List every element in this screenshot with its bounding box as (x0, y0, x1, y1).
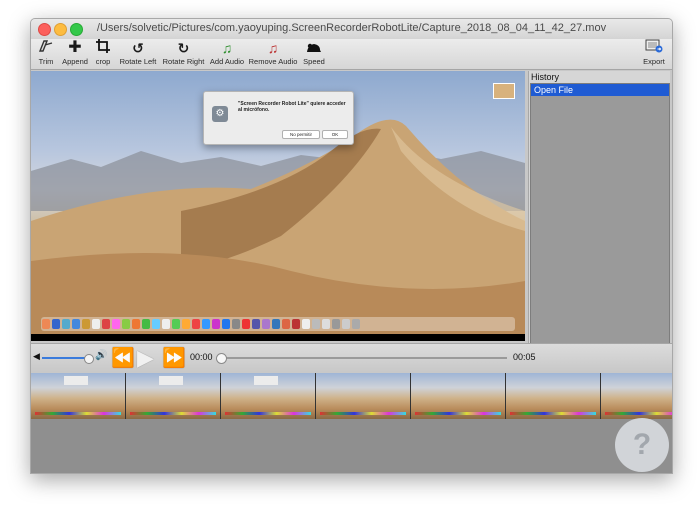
current-time: 00:00 (190, 352, 213, 362)
rotate-right-icon: ↻ (177, 40, 190, 56)
filmstrip-frame[interactable] (126, 373, 221, 419)
desktop-file-icon (493, 83, 515, 99)
remove-audio-icon: ♫ (267, 40, 279, 56)
rotate-left-button[interactable]: ↺ Rotate Left (117, 39, 159, 69)
trim-button[interactable]: Trim (34, 39, 58, 69)
dialog-message: "Screen Recorder Robot Lite" quiere acce… (238, 101, 346, 113)
filmstrip-frame[interactable] (506, 373, 601, 419)
filmstrip-frame[interactable] (31, 373, 126, 419)
playback-controls: ◀ 🔊 ⏪ ▶ ⏩ 00:00 00:05 (31, 343, 672, 372)
permission-dialog: ⚙ "Screen Recorder Robot Lite" quiere ac… (203, 91, 354, 145)
history-panel: History Open File (528, 71, 670, 344)
volume-knob[interactable] (84, 354, 94, 364)
seek-knob[interactable] (216, 353, 227, 364)
volume-slider[interactable] (42, 357, 89, 359)
volume-max-icon[interactable]: 🔊 (95, 350, 107, 361)
total-time: 00:05 (513, 352, 536, 362)
watermark-logo: ? (615, 418, 669, 472)
remove-audio-button[interactable]: ♫ Remove Audio (248, 39, 298, 69)
filmstrip-frame[interactable] (221, 373, 316, 419)
seek-bar[interactable] (221, 357, 507, 359)
filmstrip-frame[interactable] (601, 373, 672, 419)
append-button[interactable]: ✚ Append (59, 39, 91, 69)
add-audio-icon: ♫ (221, 40, 233, 56)
add-audio-button[interactable]: ♫ Add Audio (208, 39, 246, 69)
rotate-left-icon: ↺ (132, 40, 144, 56)
volume-mute-icon[interactable]: ◀ (33, 351, 40, 362)
speed-icon (301, 39, 327, 57)
timeline-area[interactable] (31, 419, 672, 473)
app-window: /Users/solvetic/Pictures/com.yaoyuping.S… (30, 18, 673, 474)
rotate-right-button[interactable]: ↻ Rotate Right (161, 39, 206, 69)
app-icon: ⚙ (212, 106, 228, 122)
play-button[interactable]: ▶ (137, 345, 154, 371)
window-title: /Users/solvetic/Pictures/com.yaoyuping.S… (96, 22, 607, 34)
crop-icon (92, 39, 114, 57)
crop-button[interactable]: crop (92, 39, 114, 69)
history-title: History (531, 72, 560, 82)
rewind-button[interactable]: ⏪ (111, 346, 135, 370)
history-list[interactable]: Open File (530, 83, 670, 344)
video-preview[interactable]: ⚙ "Screen Recorder Robot Lite" quiere ac… (31, 71, 525, 341)
filmstrip-frame[interactable] (316, 373, 411, 419)
mac-dock (41, 317, 515, 331)
ok-button[interactable]: OK (322, 130, 348, 139)
history-item-open-file[interactable]: Open File (531, 84, 669, 96)
append-icon: ✚ (68, 39, 82, 56)
toolbar: Trim ✚ Append crop ↺ Rotate Left ↻ Rotat… (31, 39, 672, 70)
filmstrip-frame[interactable] (411, 373, 506, 419)
title-bar: /Users/solvetic/Pictures/com.yaoyuping.S… (31, 19, 672, 40)
filmstrip[interactable] (31, 373, 672, 419)
deny-button[interactable]: No permitir (282, 130, 320, 139)
export-button[interactable]: Export (641, 39, 667, 69)
trim-icon (34, 39, 58, 57)
export-icon (641, 39, 667, 57)
fast-forward-button[interactable]: ⏩ (162, 346, 186, 370)
speed-button[interactable]: Speed (301, 39, 327, 69)
